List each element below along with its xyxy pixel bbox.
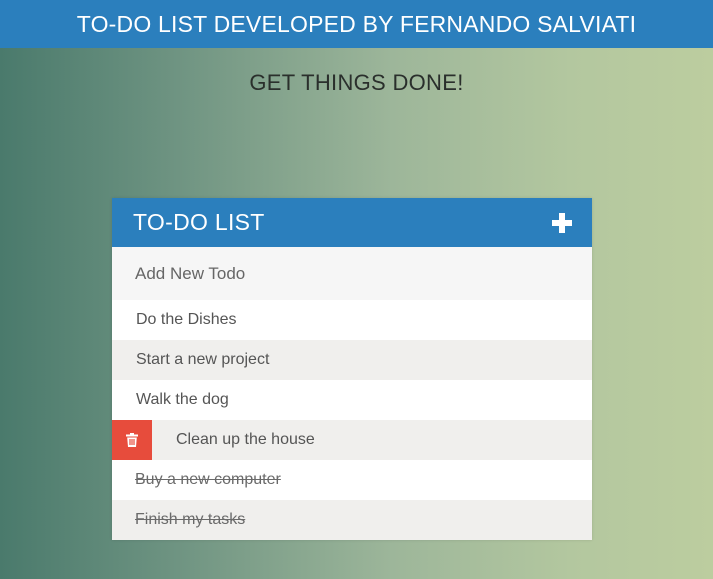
todo-panel-header: TO-DO LIST xyxy=(112,198,592,247)
todo-panel: TO-DO LIST Do the Dishes Start a new pro… xyxy=(112,198,592,540)
todo-item-completed[interactable]: Finish my tasks xyxy=(112,500,592,540)
todo-item[interactable]: Clean up the house xyxy=(112,420,592,460)
todo-item-label: Clean up the house xyxy=(176,431,315,448)
new-todo-input[interactable] xyxy=(112,247,592,300)
todo-item-label: Buy a new computer xyxy=(135,471,281,488)
todo-item[interactable]: Walk the dog xyxy=(112,380,592,420)
todo-item-completed[interactable]: Buy a new computer xyxy=(112,460,592,500)
app-title: TO-DO LIST DEVELOPED BY FERNANDO SALVIAT… xyxy=(76,10,637,37)
todo-item-label: Walk the dog xyxy=(136,391,229,408)
todo-item[interactable]: Do the Dishes xyxy=(112,300,592,340)
todo-item-label: Start a new project xyxy=(136,351,270,368)
todo-panel-title: TO-DO LIST xyxy=(133,209,265,235)
todo-item-label: Do the Dishes xyxy=(136,311,237,328)
trash-icon[interactable] xyxy=(112,420,152,460)
todo-item[interactable]: Start a new project xyxy=(112,340,592,380)
todo-list: Do the Dishes Start a new project Walk t… xyxy=(112,300,592,540)
tagline: GET THINGS DONE! xyxy=(249,70,464,95)
plus-icon[interactable] xyxy=(552,212,572,233)
trash-icon-glyph xyxy=(126,433,138,447)
todo-item-label: Finish my tasks xyxy=(135,511,246,528)
app-header: TO-DO LIST DEVELOPED BY FERNANDO SALVIAT… xyxy=(0,0,713,48)
